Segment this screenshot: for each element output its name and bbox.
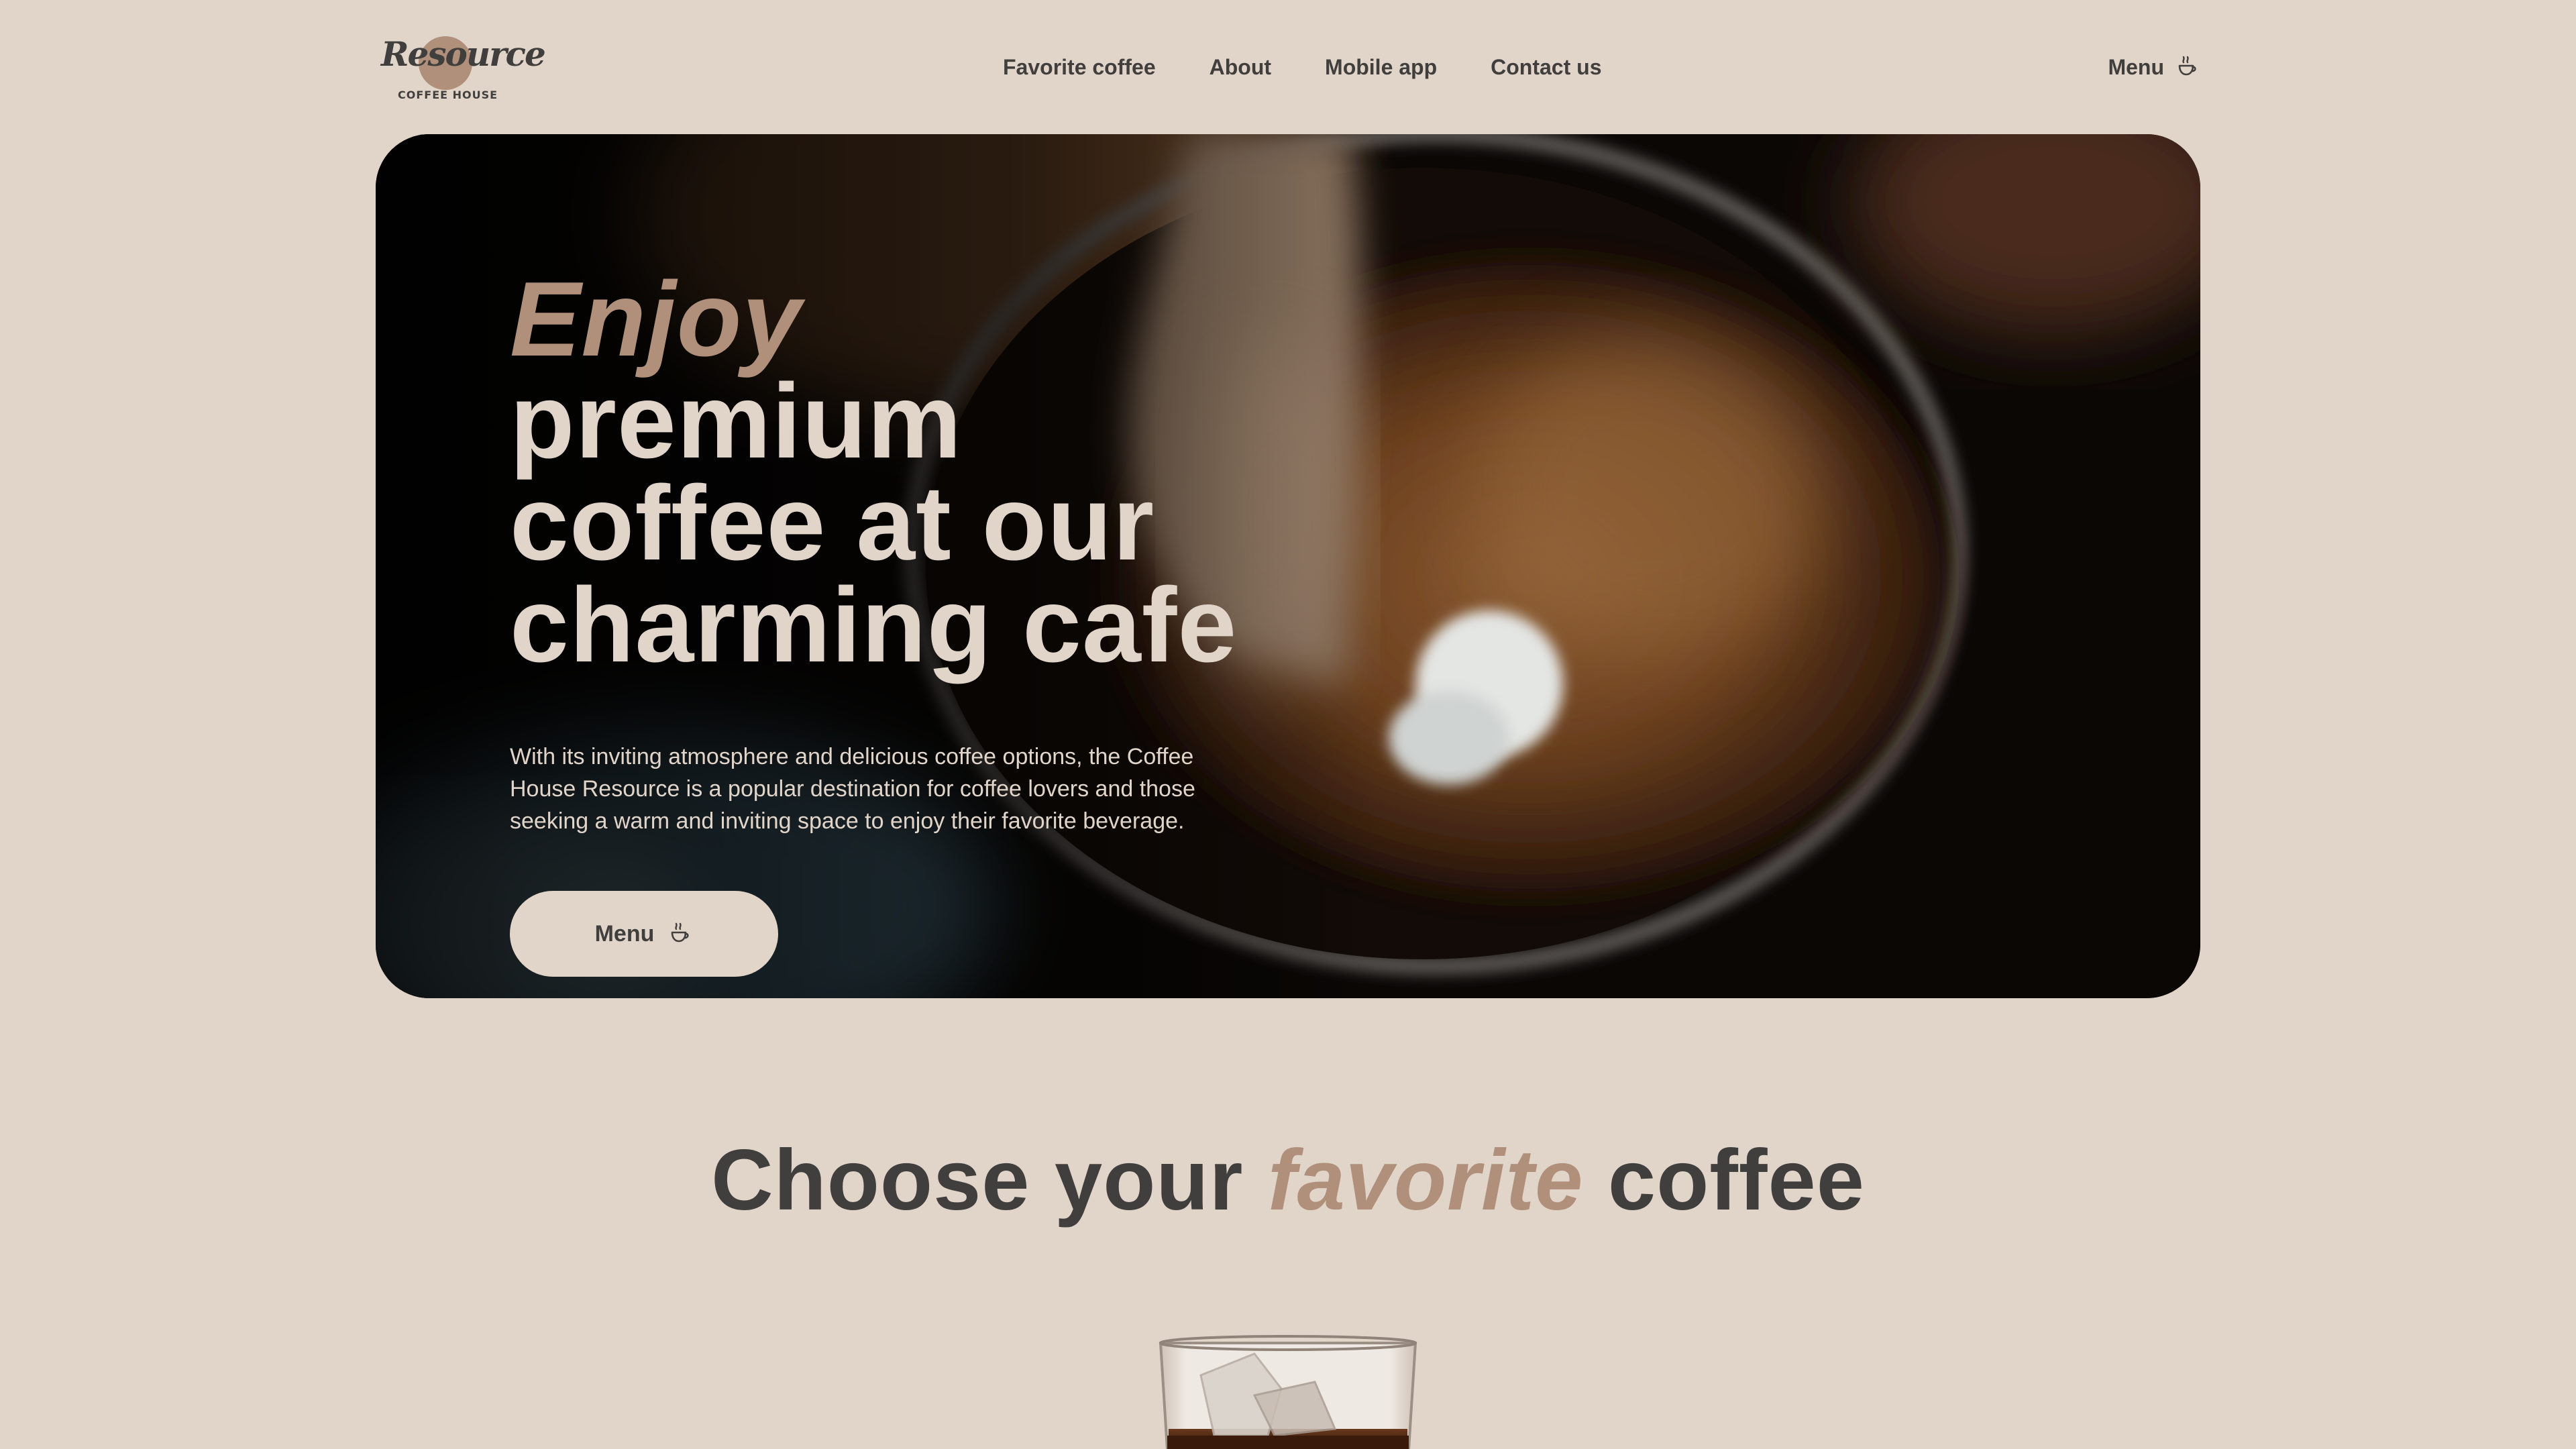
nav-link-mobile-app[interactable]: Mobile app [1325, 51, 1437, 83]
coffee-cup-icon [672, 922, 689, 943]
iced-coffee-product-image[interactable] [1154, 1335, 1422, 1449]
favorite-title-after: coffee [1607, 1132, 1865, 1228]
site-header: Resource COFFEE HOUSE Favorite coffee Ab… [0, 0, 2576, 134]
nav-link-favorite-coffee[interactable]: Favorite coffee [1003, 51, 1156, 83]
hero-description: With its inviting atmosphere and delicio… [510, 744, 1195, 834]
nav-link-contact-us[interactable]: Contact us [1491, 51, 1601, 83]
coffee-cup-icon [2178, 56, 2196, 76]
logo-subtitle: COFFEE HOUSE [398, 89, 498, 101]
hero-title-accent: Enjoy [510, 260, 802, 378]
nav-link-about[interactable]: About [1210, 51, 1271, 83]
logo[interactable]: Resource COFFEE HOUSE [381, 32, 546, 106]
favorite-section-title: Choose your favorite coffee [0, 1127, 2576, 1234]
favorite-title-before: Choose your [711, 1132, 1244, 1228]
hero-content: Enjoy premium coffee at our charming caf… [510, 266, 1248, 977]
main-nav: Favorite coffee About Mobile app Contact… [1003, 51, 1601, 83]
hero-title-line-2: coffee at our [510, 464, 1155, 582]
favorite-title-accent: favorite [1267, 1132, 1584, 1228]
header-menu-link[interactable]: Menu [2108, 51, 2200, 83]
hero-banner: Enjoy premium coffee at our charming caf… [376, 134, 2200, 998]
hero-menu-button[interactable]: Menu [510, 891, 778, 977]
hero-title-line-1: premium [510, 362, 963, 480]
hero-title: Enjoy premium coffee at our charming caf… [510, 266, 1248, 678]
hero-title-line-3: charming cafe [510, 566, 1238, 684]
header-menu-label: Menu [2108, 55, 2164, 79]
logo-wordmark: Resource [381, 34, 546, 74]
hero-menu-button-label: Menu [594, 920, 655, 947]
